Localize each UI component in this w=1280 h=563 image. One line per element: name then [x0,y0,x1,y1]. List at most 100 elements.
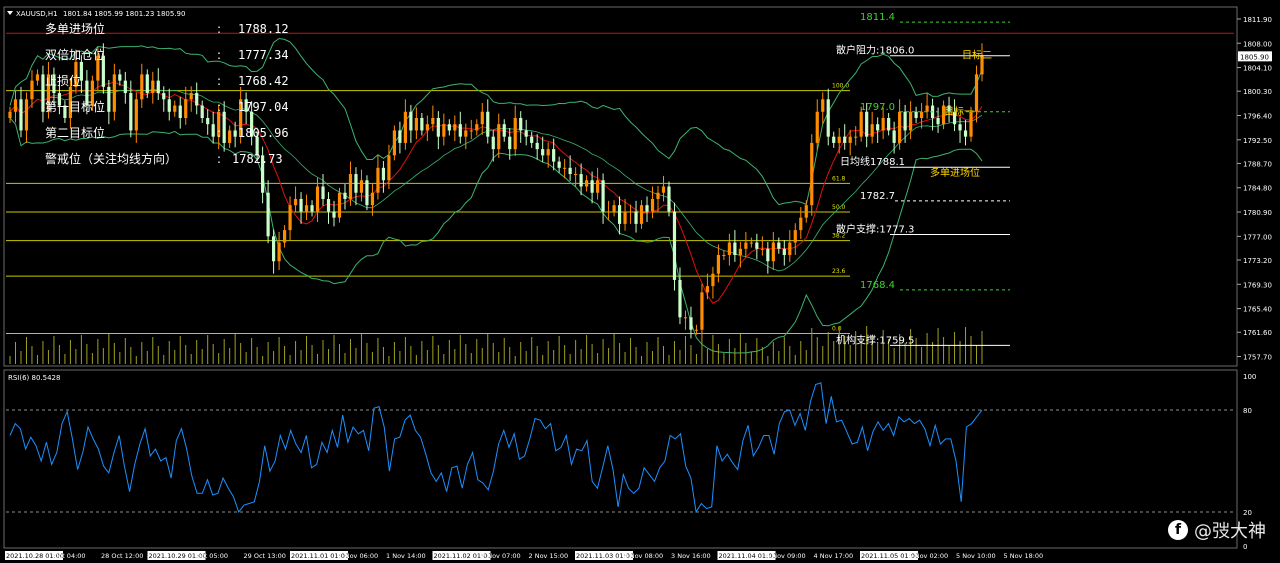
time-tick-label: 3 Nov 08:00 [624,552,664,560]
candle-body [442,124,446,137]
candle-body [293,198,298,206]
annotation-label: 目标一 [944,106,974,118]
time-tick-label: 4 Nov 17:00 [814,552,854,560]
candle-body [738,248,742,256]
candle-body [381,167,386,181]
candle-body [672,211,677,280]
candle-body [195,93,199,106]
candle-body [700,292,704,330]
candle-body [228,130,232,143]
candle-body [579,174,583,187]
candle-body [766,248,770,262]
candle-body [332,211,336,218]
time-tick-label: 1 Nov 06:00 [339,552,379,560]
candle-body [453,124,457,131]
candle-body [711,273,715,287]
price-tick-label: 1796.40 [1243,113,1272,121]
candle-body [436,117,440,137]
candle-body [354,174,358,193]
candle-body [859,111,863,137]
candle-body [151,80,155,94]
candle-body [167,99,171,112]
candle-body [30,80,34,100]
candle-body [365,180,369,206]
info-label: 警戒位（关注均线方向） [45,151,177,166]
annotation-label: 机构支撑:1759.5 [836,333,914,346]
time-tick-label: 1 Nov 14:00 [386,552,426,560]
candle-body [963,130,968,137]
candle-body [793,230,797,243]
time-tick-label: 28 Oct 12:00 [101,552,143,560]
candle-body [612,205,616,212]
info-value: 1777.34 [238,48,289,62]
annotation-label: 1768.4 [860,280,895,291]
candle-body [420,117,424,131]
candle-body [530,136,534,143]
rsi-tick-label: 80 [1243,407,1252,415]
rsi-tick-label: 100 [1243,373,1256,381]
candle-body [299,198,303,212]
candle-body [628,211,633,213]
time-tick-label: Oct 04:00 [54,552,86,560]
time-tick-label: 5 Nov 10:00 [956,552,996,560]
candle-body [590,180,594,193]
candle-body [919,111,924,118]
candle-body [771,242,775,262]
candle-body [568,167,572,175]
time-tick-label: 2 Nov 15:00 [529,552,569,560]
watermark: f @弢大神 [1168,517,1266,543]
fib-label: 50.0 [832,204,846,211]
annotation-label: 散户支撑:1777.3 [836,222,914,235]
candle-body [821,99,825,112]
candle-body [837,136,841,143]
candle-body [749,242,753,244]
candle-body [337,192,342,218]
price-tick-label: 1811.90 [1243,16,1272,24]
candle-body [595,180,600,193]
candle-body [469,130,473,132]
candle-body [458,124,462,137]
candle-body [376,167,380,193]
symbol-header: XAUUSD,H1 [16,10,58,18]
candle-body [134,99,138,131]
candle-body [431,117,435,125]
candle-body [876,124,880,131]
candle-body [502,124,506,137]
info-value: 1768.42 [238,74,289,88]
time-tick-label: Oct 05:00 [196,552,228,560]
price-tick-label: 1761.60 [1243,329,1272,337]
time-tick-label: 29 Oct 13:00 [244,552,286,560]
candle-body [650,198,655,212]
time-tick-label: 4 Nov 09:00 [766,552,806,560]
candle-body [508,136,512,150]
price-tick-label: 1800.30 [1243,88,1272,96]
candle-body [288,205,292,231]
candle-body [634,211,638,224]
candle-body [865,111,869,137]
watermark-text: @弢大神 [1194,521,1266,542]
candle-body [914,111,918,118]
candle-body [321,186,325,199]
rsi-label: RSI(6) 80.5428 [8,374,60,382]
candle-body [403,111,407,143]
candle-body [552,149,556,162]
candle-body [881,117,885,131]
candle-body [656,192,660,199]
candle-body [788,242,792,256]
candle-body [541,149,545,156]
candle-body [359,180,364,193]
candle-body [606,211,611,213]
info-separator: : [217,126,221,140]
candle-body [425,124,429,131]
candle-body [123,80,127,94]
info-label: 双倍加仓位 [45,47,105,62]
current-price-label: 1805.90 [1240,53,1269,61]
candle-body [326,198,331,212]
candle-body [782,248,786,256]
candle-body [414,117,418,131]
candle-body [513,117,517,150]
candle-body [173,105,177,112]
candle-body [486,111,490,137]
price-tick-label: 1769.30 [1243,281,1272,289]
candle-body [387,155,391,181]
